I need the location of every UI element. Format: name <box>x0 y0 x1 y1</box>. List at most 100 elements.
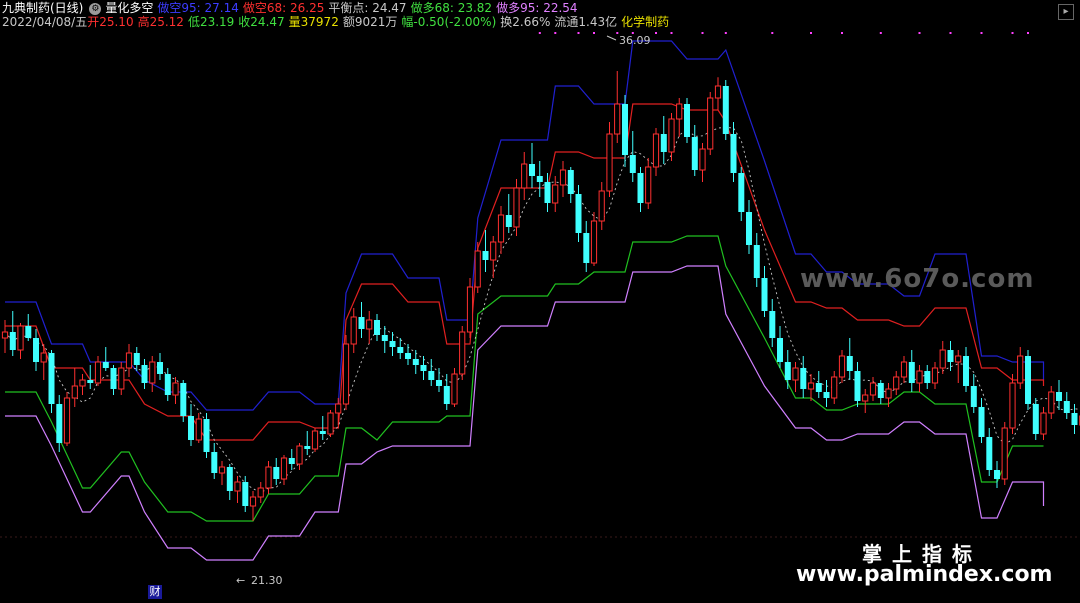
candle-up <box>590 220 598 264</box>
low-price: 低23.19 <box>187 15 235 29</box>
candle-down <box>412 359 419 365</box>
candlestick-chart[interactable]: 36.09 ← 21.30 <box>0 0 1080 603</box>
candle-up <box>474 250 481 288</box>
candle-down <box>374 320 380 335</box>
candle-up <box>218 466 226 474</box>
candle-up <box>1040 412 1047 435</box>
candle-up <box>451 373 458 405</box>
candle-down <box>1063 401 1070 413</box>
candle-down <box>544 182 551 203</box>
long95-value: 做多95: 22.54 <box>496 1 578 15</box>
candle-down <box>87 380 94 383</box>
candle-down <box>730 134 737 173</box>
candle-down <box>443 386 450 404</box>
candle-down <box>428 371 435 380</box>
signal-marker <box>616 32 619 34</box>
candle-up <box>614 103 621 135</box>
candle-down <box>381 335 388 341</box>
candle-up <box>513 187 520 228</box>
candle-down <box>242 482 249 506</box>
candle-up <box>931 367 939 384</box>
candle-down <box>567 170 574 194</box>
candle-down <box>288 458 295 464</box>
candle-up <box>71 385 78 399</box>
candle-down <box>273 467 280 479</box>
signal-marker <box>593 32 595 34</box>
candle-down <box>133 353 140 365</box>
candle-up <box>172 382 179 396</box>
candle-down <box>33 338 39 362</box>
candle-up <box>838 355 846 378</box>
indicator-header: 九典制药(日线) ⚙ 量化多空 做空95: 27.14 做空68: 26.25 平衡点: … <box>2 1 582 15</box>
candle-up <box>606 133 613 192</box>
candle-up <box>257 487 264 498</box>
signal-marker <box>949 32 952 34</box>
signal-marker <box>538 32 541 34</box>
signal-marker <box>879 32 882 34</box>
candle-down <box>978 407 985 437</box>
candle-up <box>1009 382 1016 429</box>
candle-down <box>529 164 535 176</box>
candle-up <box>490 241 497 261</box>
candle-up <box>916 370 923 384</box>
finance-badge[interactable]: 财 <box>148 585 162 599</box>
candle-down <box>823 392 830 398</box>
candle-up <box>792 367 799 381</box>
signal-marker <box>771 32 774 34</box>
candle-down <box>684 104 690 137</box>
candle-up <box>598 190 605 222</box>
quote-header: 2022/04/08/五开25.10 高25.12 低23.19 收24.47 量379… <box>2 15 673 29</box>
candle-up <box>327 412 334 435</box>
quote-date: 2022/04/08/五 <box>2 15 88 29</box>
candle-down <box>141 365 148 383</box>
signal-marker <box>841 32 843 34</box>
float-shares: 流通1.43亿 <box>554 15 618 29</box>
candle-up <box>249 496 257 507</box>
watermark-palmindex: www.palmindex.com <box>796 562 1053 587</box>
candle-down <box>947 350 954 362</box>
signal-marker <box>1027 32 1029 34</box>
volume: 量37972 <box>288 15 339 29</box>
candle-down <box>784 362 791 380</box>
signal-marker <box>810 32 812 34</box>
candle-up <box>1048 391 1055 414</box>
candle-up <box>234 481 241 492</box>
chevron-right-icon[interactable]: ▸ <box>1058 4 1074 20</box>
candle-down <box>164 374 171 395</box>
candle-up <box>265 466 272 489</box>
candle-down <box>722 86 729 134</box>
long68-value: 做多68: 23.82 <box>410 1 493 15</box>
candle-down <box>738 173 745 212</box>
low-price-label: 21.30 <box>251 574 283 587</box>
candle-down <box>637 173 644 203</box>
candle-down <box>180 383 187 416</box>
candle-down <box>583 233 590 263</box>
candle-down <box>405 353 411 359</box>
high-price-label: 36.09 <box>619 34 651 47</box>
short68-value: 做空68: 26.25 <box>242 1 325 15</box>
candle-down <box>846 356 853 371</box>
candle-up <box>195 418 202 441</box>
candle-down <box>536 176 543 182</box>
candle-up <box>125 352 133 369</box>
candle-down <box>48 353 55 404</box>
signal-marker <box>1011 32 1014 34</box>
candle-up <box>335 403 342 414</box>
candle-down <box>994 470 1000 479</box>
candle-up <box>900 361 908 378</box>
signal-marker <box>670 32 673 34</box>
sector-name[interactable]: 化学制药 <box>621 15 669 29</box>
candle-down <box>1025 356 1031 404</box>
candle-up <box>652 133 660 168</box>
candle-down <box>420 365 427 371</box>
candle-down <box>358 317 365 329</box>
candle-down <box>660 134 667 152</box>
candle-up <box>869 382 877 396</box>
indicator-name[interactable]: 量化多空 <box>105 1 153 15</box>
candle-down <box>304 446 311 449</box>
high-pointer <box>606 35 617 41</box>
stock-name[interactable]: 九典制药(日线) <box>2 1 83 15</box>
candle-down <box>908 362 915 383</box>
gear-icon[interactable]: ⚙ <box>89 2 102 15</box>
candle-down <box>389 341 396 347</box>
